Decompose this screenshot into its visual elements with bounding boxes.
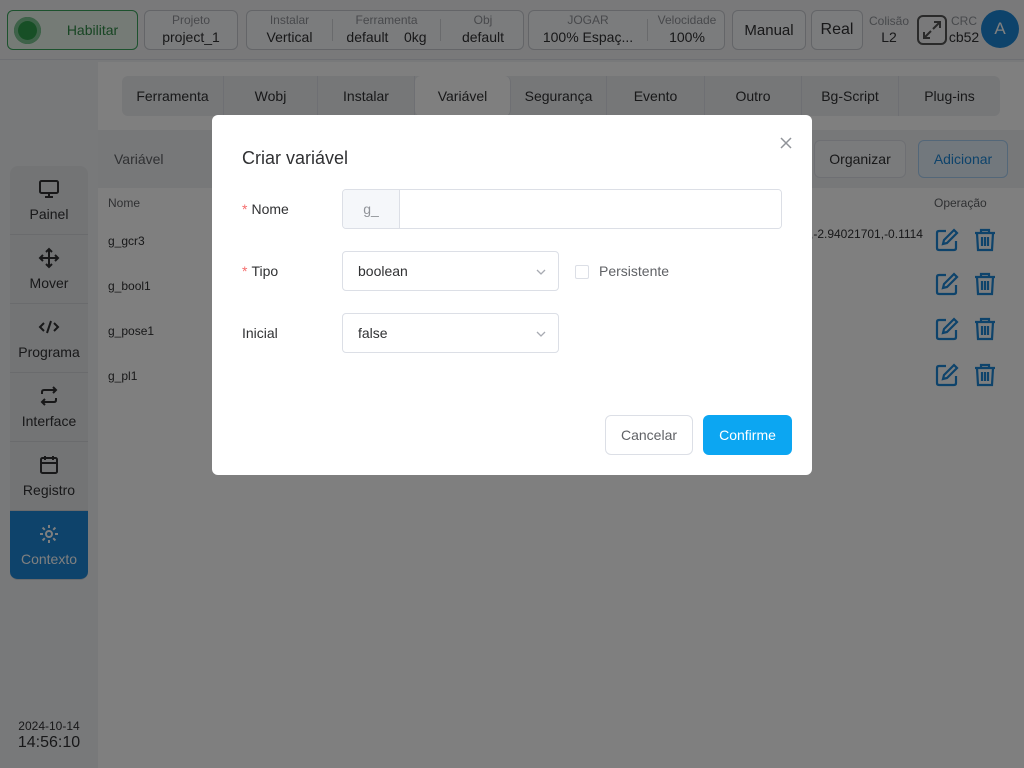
type-select-value: boolean: [358, 263, 408, 279]
name-field: g_: [342, 189, 782, 229]
dialog-title: Criar variável: [242, 148, 349, 168]
type-label-text: Tipo: [251, 263, 279, 279]
type-select[interactable]: boolean: [342, 251, 559, 291]
name-input[interactable]: [400, 190, 781, 228]
persistent-label[interactable]: Persistente: [599, 263, 669, 279]
name-field-label: * Nome: [242, 201, 289, 217]
name-label-text: Nome: [251, 201, 289, 217]
type-field-label: * Tipo: [242, 263, 278, 279]
required-mark: *: [242, 263, 248, 279]
persistent-checkbox[interactable]: [575, 265, 589, 279]
confirm-button[interactable]: Confirme: [703, 415, 792, 455]
create-variable-dialog: Criar variável * Nome g_ * Tipo boolean Pe…: [212, 115, 812, 475]
cancel-button[interactable]: Cancelar: [605, 415, 693, 455]
initial-field-label: Inicial: [242, 325, 278, 341]
required-mark: *: [242, 201, 248, 217]
initial-select[interactable]: false: [342, 313, 559, 353]
chevron-down-icon: [536, 331, 546, 337]
chevron-down-icon: [536, 269, 546, 275]
name-prefix: g_: [343, 190, 400, 228]
initial-select-value: false: [358, 325, 388, 341]
close-icon[interactable]: [778, 135, 794, 151]
